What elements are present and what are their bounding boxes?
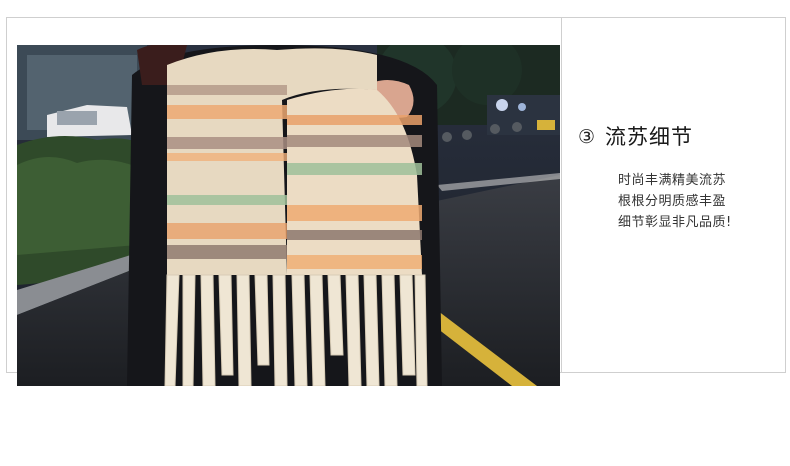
feature-description: 时尚丰满精美流苏 根根分明质感丰盈 细节彰显非凡品质!	[578, 170, 778, 233]
description-line-2: 根根分明质感丰盈	[618, 194, 727, 209]
scarf-photo-illustration	[17, 45, 560, 386]
feature-heading: ③ 流苏细节	[578, 120, 778, 154]
feature-number: ③	[578, 125, 596, 148]
feature-text-panel: ③ 流苏细节 时尚丰满精美流苏 根根分明质感丰盈 细节彰显非凡品质!	[578, 120, 778, 233]
description-line-1: 时尚丰满精美流苏	[618, 173, 727, 188]
feature-title: 流苏细节	[605, 124, 694, 149]
description-line-3: 细节彰显非凡品质!	[618, 215, 732, 230]
panel-divider	[561, 17, 562, 373]
product-photo	[17, 45, 560, 386]
